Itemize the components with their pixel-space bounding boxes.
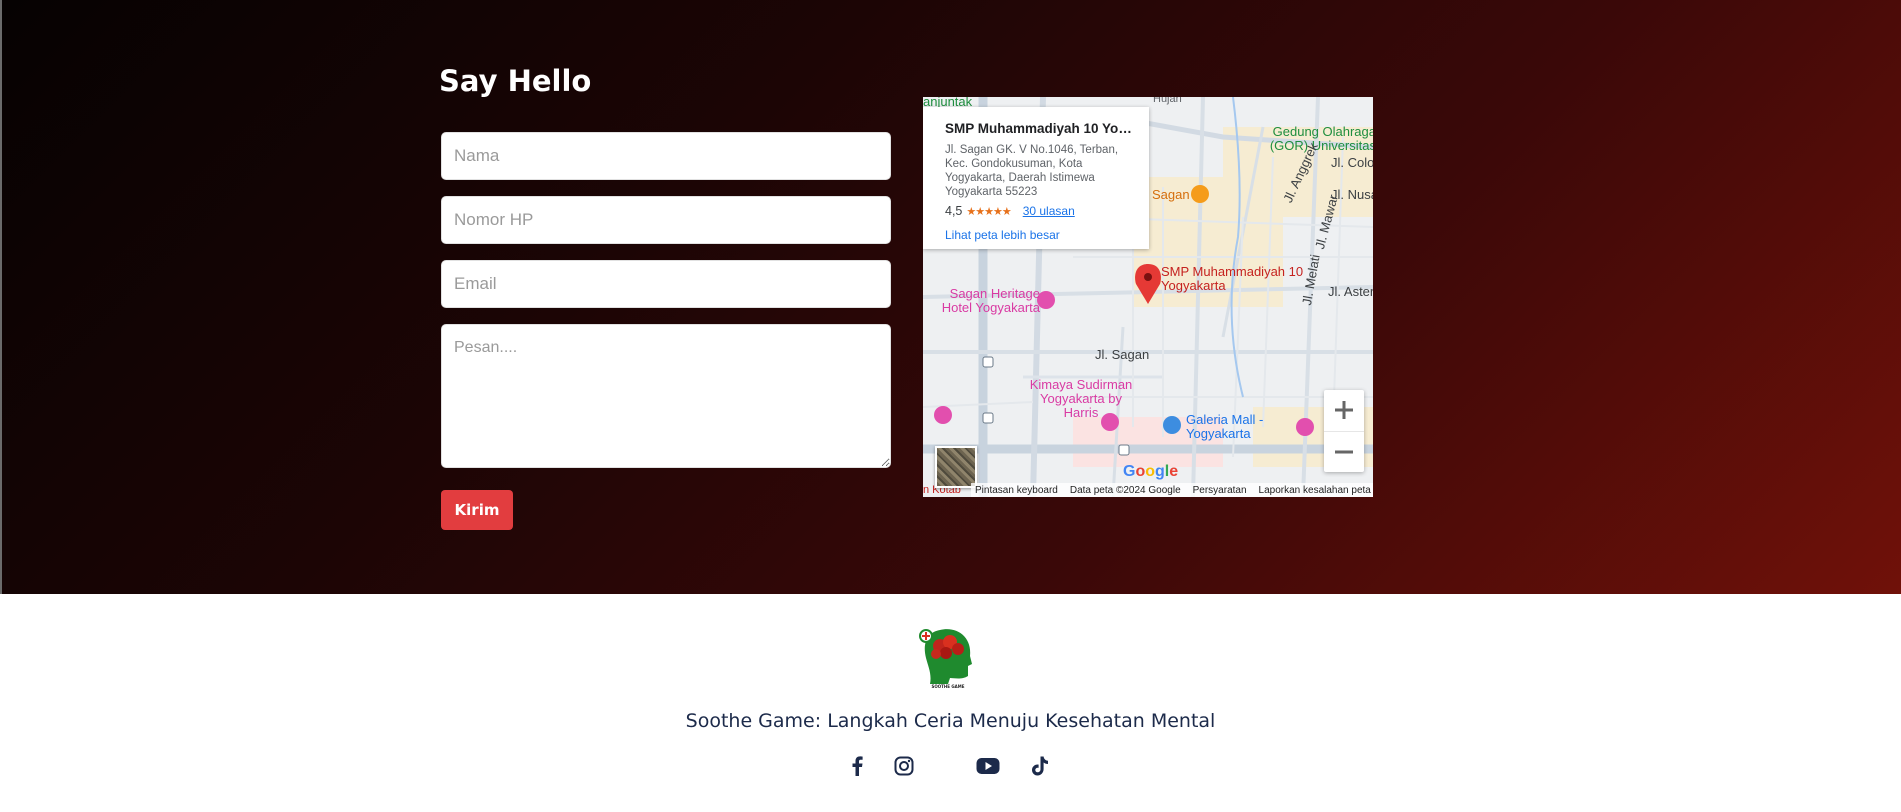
instagram-icon [894,756,914,776]
place-rating-row: 4,5 ★★★★★ 30 ulasan [945,204,1139,218]
terms-link[interactable]: Persyaratan [1193,485,1247,496]
rating-stars-icon: ★★★★★ [966,205,1011,218]
map-data-credit: Data peta ©2024 Google [1069,484,1181,496]
svg-text:SOOTHE GAME: SOOTHE GAME [932,684,965,689]
email-input[interactable] [441,260,891,308]
map-label-jl-sagan: Jl. Sagan [1095,347,1150,362]
phone-input[interactable] [441,196,891,244]
footer-tagline: Soothe Game: Langkah Ceria Menuju Keseha… [685,710,1216,732]
map-label-sagan-heritage: Sagan Heritage Hotel Yogyakarta [941,286,1040,315]
tiktok-link[interactable] [1028,754,1052,778]
social-links [0,754,1901,784]
satellite-toggle[interactable] [935,446,977,488]
map-label-jl-colo: Jl. Colo [1331,155,1373,170]
place-rating: 4,5 [945,204,963,218]
tiktok-icon [1032,756,1048,776]
keyboard-shortcuts-link[interactable]: Pintasan keyboard [975,485,1058,496]
send-button[interactable]: Kirim [441,490,513,530]
place-address: Jl. Sagan GK. V No.1046, Terban, Kec. Go… [945,144,1119,198]
name-input[interactable] [441,132,891,180]
plus-icon [1335,401,1353,419]
map-label-kimaya: Kimaya Sudirman Yogyakarta by Harris [1029,377,1133,420]
message-textarea[interactable] [441,324,891,468]
zoom-in-button[interactable] [1324,390,1364,430]
soothe-game-logo: SOOTHE GAME [919,629,972,689]
zoom-controls [1324,390,1364,472]
map-label-school-marker: SMP Muhammadiyah 10 Yogyakarta [1161,264,1304,293]
youtube-link[interactable] [976,754,1000,778]
place-info-card: SMP Muhammadiyah 10 Yogy... Jl. Sagan GK… [923,107,1149,249]
facebook-link[interactable] [845,754,869,778]
site-footer: SOOTHE GAME Soothe Game: Langkah Ceria M… [0,594,1901,812]
place-title: SMP Muhammadiyah 10 Yogy... [945,121,1139,136]
google-logo: Google [1123,463,1179,480]
youtube-icon [976,758,1000,774]
instagram-link[interactable] [892,754,916,778]
facebook-icon [852,756,863,776]
zoom-out-button[interactable] [1324,431,1364,472]
map-label-sagan-restaurant: Sagan [1152,187,1190,202]
report-error-link[interactable]: Laporkan kesalahan peta [1259,485,1371,496]
map-label-jl-aster: Jl. Aster [1328,284,1373,299]
minus-icon [1335,450,1353,454]
reviews-link[interactable]: 30 ulasan [1023,204,1075,218]
say-hello-heading: Say Hello [439,64,592,98]
view-larger-map-link[interactable]: Lihat peta lebih besar [945,228,1139,242]
map-attribution-bar: Pintasan keyboard Data peta ©2024 Google… [971,483,1373,497]
map-label-hujan: Hujan [1153,97,1182,105]
map-label-galeria: Galeria Mall - Yogyakarta [1186,412,1264,441]
embedded-map[interactable]: anjuntak Hujan Gedung Olahraga (GOR) Uni… [923,97,1373,497]
contact-section: Say Hello Kirim [0,0,1901,594]
